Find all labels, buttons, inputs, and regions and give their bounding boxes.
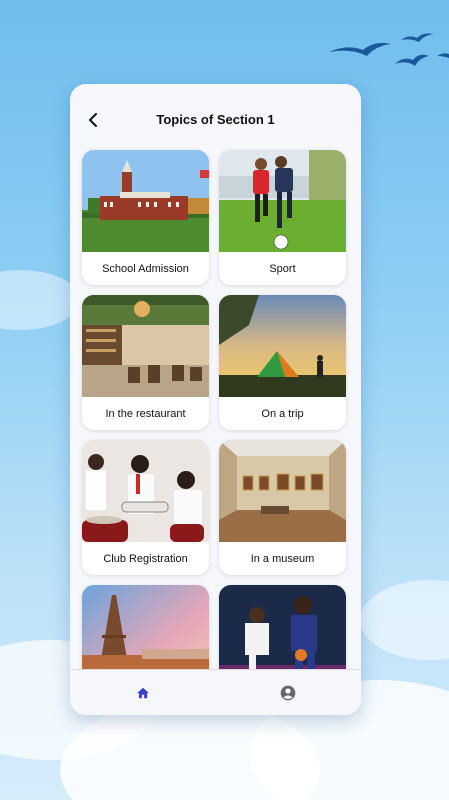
topic-card-museum[interactable]: In a museum	[219, 440, 346, 575]
topic-label: In the restaurant	[105, 407, 186, 420]
museum-image	[219, 440, 346, 542]
sport-image	[219, 150, 346, 252]
topic-card-club-registration[interactable]: Club Registration	[82, 440, 209, 575]
home-icon	[136, 687, 149, 698]
topics-panel: Topics of Section 1 School Admission Spo…	[70, 84, 361, 715]
profile-icon	[280, 685, 296, 700]
topics-grid: School Admission Sport In the restaurant…	[82, 150, 347, 715]
header: Topics of Section 1	[70, 84, 361, 156]
restaurant-image	[82, 295, 209, 397]
topic-label: Sport	[269, 262, 296, 275]
topic-label: Club Registration	[103, 552, 188, 565]
bottom-nav	[70, 669, 361, 715]
topic-card-school-admission[interactable]: School Admission	[82, 150, 209, 285]
topic-label: On a trip	[261, 407, 304, 420]
nav-profile[interactable]	[216, 670, 362, 715]
topic-card-sport[interactable]: Sport	[219, 150, 346, 285]
cloud	[0, 270, 80, 330]
trip-image	[219, 295, 346, 397]
page-title: Topics of Section 1	[156, 112, 275, 127]
nav-home[interactable]	[70, 670, 216, 715]
school-image	[82, 150, 209, 252]
topic-card-trip[interactable]: On a trip	[219, 295, 346, 430]
club-image	[82, 440, 209, 542]
topic-label: In a museum	[250, 552, 315, 565]
topic-label: School Admission	[102, 262, 189, 275]
topic-card-restaurant[interactable]: In the restaurant	[82, 295, 209, 430]
birds-icon	[329, 33, 449, 66]
cloud	[360, 580, 449, 660]
